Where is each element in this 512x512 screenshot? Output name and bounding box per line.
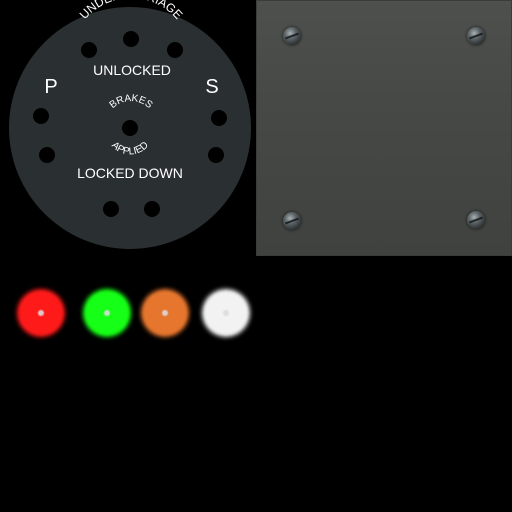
- hole-top-left: [81, 42, 97, 58]
- hole-bottom-left: [103, 201, 119, 217]
- screw-icon: [283, 212, 301, 230]
- hole-bottom-right: [144, 201, 160, 217]
- red-lamp: [18, 290, 64, 336]
- hole-left-upper: [33, 108, 49, 124]
- hole-right-upper: [211, 110, 227, 126]
- screw-icon: [283, 27, 301, 45]
- locked-down-label: LOCKED DOWN: [77, 165, 183, 181]
- hole-top-right: [167, 42, 183, 58]
- metal-plate: [256, 0, 512, 256]
- lamp-highlight: [223, 310, 229, 316]
- white-lamp: [203, 290, 249, 336]
- screw-icon: [467, 27, 485, 45]
- green-lamp: [84, 290, 130, 336]
- lamp-highlight: [162, 310, 168, 316]
- hole-left-lower: [39, 147, 55, 163]
- unlocked-label: UNLOCKED: [93, 62, 171, 78]
- port-label: P: [44, 76, 57, 98]
- orange-lamp: [142, 290, 188, 336]
- hole-center: [122, 120, 138, 136]
- undercarriage-gauge: UNDERCARRIAGE UNLOCKED LOCKED DOWN P S B…: [9, 0, 251, 249]
- lamp-highlight: [38, 310, 44, 316]
- hole-top-center: [123, 31, 139, 47]
- screw-icon: [467, 211, 485, 229]
- hole-right-lower: [208, 147, 224, 163]
- lamp-highlight: [104, 310, 110, 316]
- starboard-label: S: [205, 76, 218, 98]
